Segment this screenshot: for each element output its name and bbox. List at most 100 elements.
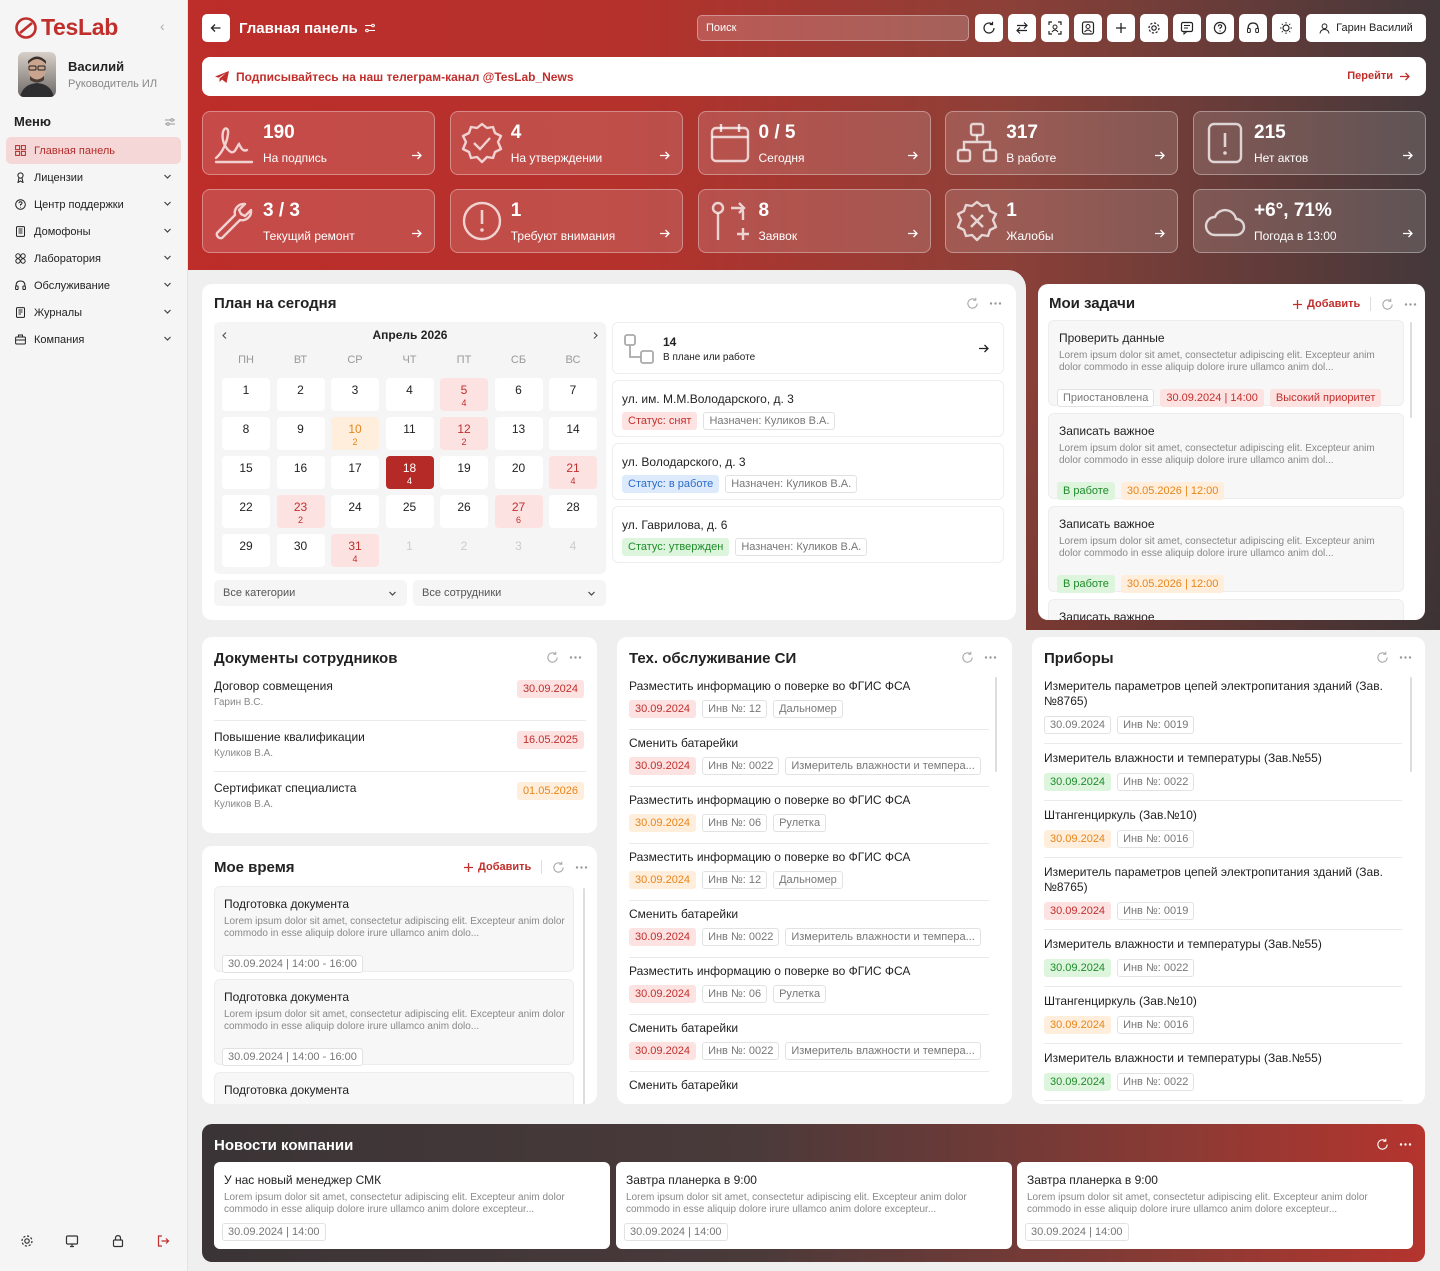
user-profile[interactable]: Василий Руководитель ИЛ <box>18 52 157 97</box>
calendar-day[interactable]: 1 <box>386 534 434 567</box>
calendar-day[interactable]: 8 <box>222 417 270 450</box>
calendar-day[interactable]: 11 <box>385 417 434 450</box>
add-time-button[interactable]: Добавить <box>463 861 531 873</box>
plan-address-item[interactable]: ул. им. М.М.Володарского, д. 3 Статус: с… <box>612 380 1004 437</box>
maintenance-item[interactable]: Разместить информацию о поверке во ФГИС … <box>629 964 989 1015</box>
more-icon[interactable] <box>1404 298 1417 311</box>
stat-card-weather[interactable]: +6°, 71% Погода в 13:00 <box>1193 189 1426 253</box>
calendar-day[interactable]: 26 <box>440 495 488 528</box>
refresh-icon[interactable] <box>1376 1138 1389 1151</box>
refresh-icon[interactable] <box>961 651 974 664</box>
scan-button[interactable] <box>1041 14 1069 42</box>
calendar-day[interactable]: 22 <box>222 495 270 528</box>
maintenance-item[interactable]: Сменить батарейки <box>629 1078 989 1104</box>
back-button[interactable] <box>202 14 230 42</box>
more-icon[interactable] <box>1399 1138 1412 1151</box>
calendar-day[interactable]: 13 <box>494 417 543 450</box>
sidebar-item-support[interactable]: Центр поддержки <box>6 191 181 218</box>
stat-card-repair[interactable]: 3 / 3 Текущий ремонт <box>202 189 435 253</box>
calendar-day[interactable]: 19 <box>440 456 488 489</box>
stat-card-no-acts[interactable]: 215 Нет актов <box>1193 111 1426 175</box>
more-icon[interactable] <box>984 651 997 664</box>
calendar-day[interactable]: 23 2 <box>276 495 325 528</box>
devices-scrollbar[interactable] <box>1410 677 1412 772</box>
task-item[interactable]: Записать важное Lorem ipsum dolor sit am… <box>1048 413 1404 500</box>
device-item[interactable]: Штангенциркуль (Зав.№10) 30.09.2024 Инв №:… <box>1044 994 1402 1044</box>
telegram-banner[interactable]: Подписывайтесь на наш телеграм-канал @Te… <box>202 57 1426 96</box>
sidebar-item-intercoms[interactable]: Домофоны <box>6 218 181 245</box>
more-icon[interactable] <box>989 297 1002 310</box>
device-item[interactable]: Измеритель влажности и температуры (Зав.… <box>1044 751 1402 801</box>
more-icon[interactable] <box>575 861 588 874</box>
time-item[interactable]: Подготовка документа Lorem ipsum dolor s… <box>214 886 574 973</box>
stat-card-complaints[interactable]: 1 Жалобы <box>945 189 1179 253</box>
calendar-day[interactable]: 2 <box>440 534 488 567</box>
calendar-day[interactable]: 18 4 <box>385 456 434 489</box>
plan-address-item[interactable]: ул. Володарского, д. 3 Статус: в работе … <box>612 443 1004 500</box>
calendar-day[interactable]: 25 <box>385 495 434 528</box>
calendar-day[interactable]: 54 <box>440 378 488 411</box>
calendar-day[interactable]: 2 <box>276 378 325 411</box>
calendar-day[interactable]: 28 <box>549 495 597 528</box>
sidebar-item-service[interactable]: Обслуживание <box>6 272 181 299</box>
calendar-day[interactable]: 31 4 <box>331 534 379 567</box>
maintenance-item[interactable]: Сменить батарейки 30.09.2024 Инв №: 0022 Из… <box>629 736 989 787</box>
maintenance-item[interactable]: Разместить информацию о поверке во ФГИС … <box>629 793 989 844</box>
calendar-day[interactable]: 16 <box>276 456 325 489</box>
sidebar-item-licenses[interactable]: Лицензии <box>6 164 181 191</box>
plan-summary[interactable]: 14 В плане или работе <box>612 322 1004 374</box>
maintenance-item[interactable]: Сменить батарейки 30.09.2024 Инв №: 0022 Из… <box>629 1021 989 1072</box>
user-menu-button[interactable]: Гарин Василий <box>1306 14 1426 42</box>
help-button[interactable] <box>1206 14 1234 42</box>
refresh-icon[interactable] <box>1376 651 1389 664</box>
calendar-day[interactable]: 3 <box>495 534 543 567</box>
news-item[interactable]: Завтра планерка в 9:00 Lorem ipsum dolor… <box>1017 1162 1413 1249</box>
add-task-button[interactable]: Добавить <box>1292 298 1360 310</box>
calendar-day[interactable]: 24 <box>331 495 379 528</box>
sidebar-item-lab[interactable]: Лаборатория <box>6 245 181 272</box>
menu-settings-icon[interactable] <box>164 116 176 128</box>
stat-card-requests[interactable]: 8 Заявок <box>697 189 931 253</box>
time-item[interactable]: Подготовка документа Lorem ipsum dolor s… <box>214 979 574 1066</box>
task-item[interactable]: Проверить данные Lorem ipsum dolor sit a… <box>1048 320 1404 407</box>
calendar-day[interactable]: 15 <box>222 456 270 489</box>
add-button[interactable] <box>1107 14 1135 42</box>
stat-card-in-work[interactable]: 317 В работе <box>945 111 1179 175</box>
tasks-scrollbar[interactable] <box>1410 322 1412 418</box>
calendar-day[interactable]: 29 <box>222 534 270 567</box>
calendar-day[interactable]: 17 <box>331 456 379 489</box>
device-item[interactable]: Измеритель влажности и температуры (Зав.… <box>1044 1051 1402 1101</box>
calendar-day[interactable]: 7 <box>549 378 597 411</box>
swap-button[interactable] <box>1008 14 1036 42</box>
contacts-button[interactable] <box>1074 14 1102 42</box>
calendar-day[interactable]: 6 <box>494 378 543 411</box>
theme-button[interactable] <box>1272 14 1300 42</box>
refresh-button[interactable] <box>975 14 1003 42</box>
calendar-day[interactable]: 21 4 <box>549 456 597 489</box>
doc-item[interactable]: Сертификат специалиста Куликов В.А. 01.0… <box>214 781 586 823</box>
refresh-icon[interactable] <box>966 297 979 310</box>
settings-icon[interactable] <box>20 1234 34 1248</box>
stat-card-signature[interactable]: 190 На подпись <box>202 111 435 175</box>
doc-item[interactable]: Договор совмещения Гарин В.С. 30.09.2024 <box>214 679 586 721</box>
news-item[interactable]: У нас новый менеджер СМК Lorem ipsum dol… <box>214 1162 610 1249</box>
more-icon[interactable] <box>1399 651 1412 664</box>
calendar-day[interactable]: 1 <box>222 378 270 411</box>
calendar-day[interactable]: 3 <box>331 378 379 411</box>
plan-address-item[interactable]: ул. Гаврилова, д. 6 Статус: утвержден На… <box>612 506 1004 563</box>
maintenance-scrollbar[interactable] <box>995 677 997 772</box>
device-item[interactable]: Штангенциркуль (Зав.№10) 30.09.2024 Инв №:… <box>1044 808 1402 858</box>
device-item[interactable]: Измеритель влажности и температуры (Зав.… <box>1044 937 1402 987</box>
maintenance-item[interactable]: Разместить информацию о поверке во ФГИС … <box>629 850 989 901</box>
refresh-icon[interactable] <box>552 861 565 874</box>
time-scrollbar[interactable] <box>583 888 585 1104</box>
calendar-day[interactable]: 14 <box>549 417 597 450</box>
calendar-day[interactable]: 30 <box>276 534 325 567</box>
calendar-day[interactable]: 10 2 <box>331 417 379 450</box>
more-icon[interactable] <box>569 651 582 664</box>
lock-icon[interactable] <box>111 1234 125 1248</box>
banner-go-link[interactable]: Перейти <box>1347 70 1410 82</box>
staff-select[interactable]: Все сотрудники <box>413 580 606 606</box>
task-item[interactable]: Записать важное Lorem ipsum dolor sit am… <box>1048 506 1404 593</box>
calendar-day[interactable]: 9 <box>276 417 325 450</box>
